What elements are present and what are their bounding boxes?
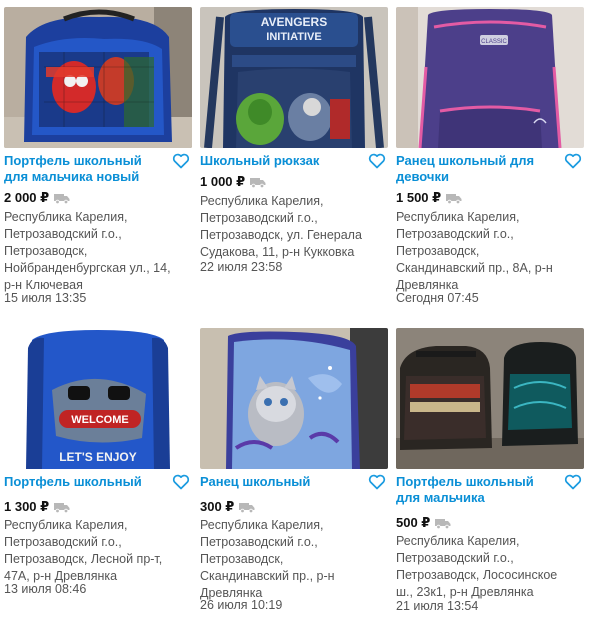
price-row: 1 300 ₽ [4,499,70,515]
truck-icon [54,193,70,204]
truck-icon [435,518,451,529]
listings-grid: Портфель школьный для мальчика новый 2 0… [0,0,594,625]
listing-price: 1 000 ₽ [200,174,246,189]
listing-date: 15 июля 13:35 [4,291,87,305]
backpack-photo-avengers: AVENGERS INITIATIVE [200,7,388,148]
listing-date: 26 июля 10:19 [200,598,283,612]
avengers-logo-text: AVENGERS [261,15,327,29]
truck-icon [239,502,255,513]
listing-location: Республика Карелия, Петрозаводский г.о.,… [200,194,362,259]
listing-photo[interactable]: AVENGERS INITIATIVE [200,7,388,148]
listing-date: Сегодня 07:45 [396,291,479,305]
price-row: 300 ₽ [200,499,255,515]
listing-photo[interactable]: CLASSIC [396,7,584,148]
listing-price: 1 300 ₽ [4,499,50,514]
backpack-photo-purple: CLASSIC [396,7,584,148]
truck-icon [54,502,70,513]
initiative-logo-text: INITIATIVE [266,31,321,43]
listing-title[interactable]: Портфель школьный для мальчика [396,474,556,506]
listing-photo[interactable] [200,328,388,469]
price-row: 1 000 ₽ [200,174,266,190]
heart-outline-icon[interactable] [368,153,386,169]
price-row: 2 000 ₽ [4,190,70,206]
listing-price: 1 500 ₽ [396,190,442,205]
listing-location: Республика Карелия, Петрозаводский г.о.,… [4,210,171,292]
listing-title[interactable]: Портфель школьный [4,474,164,490]
listing-location: Республика Карелия, Петрозаводский г.о.,… [200,518,335,600]
listing-price: 500 ₽ [396,515,431,530]
listing-title[interactable]: Ранец школьный для девочки [396,153,556,185]
listing-price: 2 000 ₽ [4,190,50,205]
lets-enjoy-print-text: LET'S ENJOY [59,450,137,464]
listing-title[interactable]: Школьный рюкзак [200,153,360,169]
listing-location: Республика Карелия, Петрозаводский г.о.,… [396,210,553,292]
truck-icon [250,177,266,188]
price-row: 1 500 ₽ [396,190,462,206]
backpack-photo-spiderman [4,7,192,148]
heart-outline-icon[interactable] [564,153,582,169]
listing-photo[interactable] [4,7,192,148]
listing-location: Республика Карелия, Петрозаводский г.о.,… [4,518,163,583]
heart-outline-icon[interactable] [564,474,582,490]
listing-price: 300 ₽ [200,499,235,514]
price-row: 500 ₽ [396,515,451,531]
truck-icon [446,193,462,204]
welcome-print-text: WELCOME [71,414,128,426]
backpack-photo-kitten [200,328,388,469]
listing-location: Республика Карелия, Петрозаводский г.о.,… [396,534,558,599]
listing-title[interactable]: Ранец школьный [200,474,360,490]
listing-photo[interactable]: WELCOME LET'S ENJOY [4,328,192,469]
listing-date: 21 июля 13:54 [396,599,479,613]
heart-outline-icon[interactable] [368,474,386,490]
backpack-photo-shark: WELCOME LET'S ENJOY [4,328,192,469]
heart-outline-icon[interactable] [172,474,190,490]
heart-outline-icon[interactable] [172,153,190,169]
backpacks-photo-pair [396,328,584,469]
listing-date: 22 июля 23:58 [200,260,283,274]
listing-title[interactable]: Портфель школьный для мальчика новый [4,153,164,185]
listing-date: 13 июля 08:46 [4,582,87,596]
classic-logo-text: CLASSIC [481,39,507,45]
listing-photo[interactable] [396,328,584,469]
